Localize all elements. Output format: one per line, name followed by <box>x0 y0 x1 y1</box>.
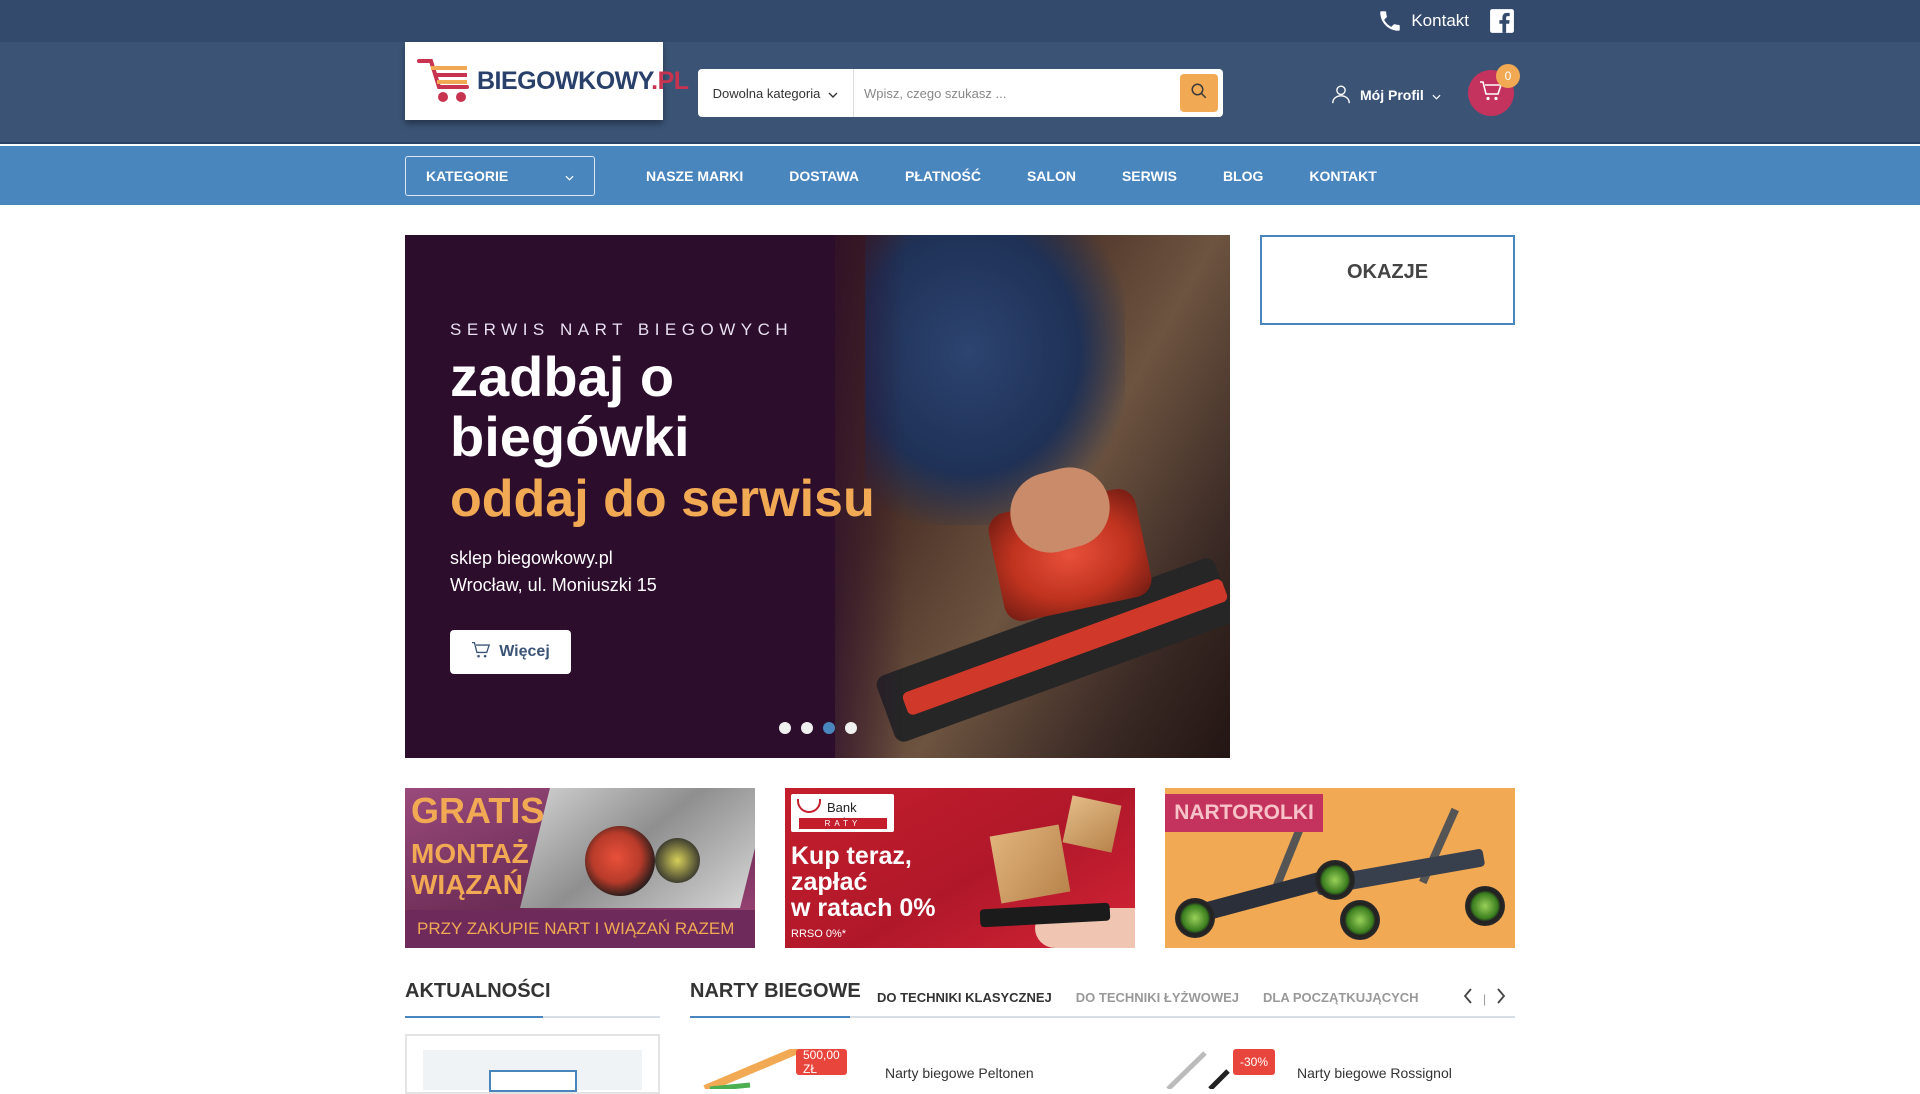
phone-icon <box>1377 8 1403 34</box>
slider-dot-active[interactable] <box>823 722 835 734</box>
cart-icon <box>471 641 491 664</box>
banner-nartorolki[interactable]: NARTOROLKI <box>1165 788 1515 948</box>
hero-more-button[interactable]: Więcej <box>450 630 571 674</box>
banner-raty-line-1: Kup teraz, <box>791 842 912 870</box>
news-card-image <box>423 1050 642 1092</box>
my-profile-menu[interactable]: Mój Profil <box>1330 80 1441 110</box>
nav-item-nasze-marki[interactable]: NASZE MARKI <box>646 168 743 184</box>
banner-raty-note: RRSO 0%* <box>791 928 847 940</box>
search-button[interactable] <box>1180 74 1218 112</box>
product-thumbnail <box>1166 1051 1230 1089</box>
main-navigation: KATEGORIE NASZE MARKI DOSTAWA PŁATNOŚĆ S… <box>0 146 1920 205</box>
chevron-down-icon <box>828 86 838 101</box>
nav-item-blog[interactable]: BLOG <box>1223 168 1263 184</box>
slider-dot[interactable] <box>779 722 791 734</box>
nav-item-dostawa[interactable]: DOSTAWA <box>789 168 859 184</box>
bank-pekao-logo: Bank Pekao RATY <box>791 794 894 832</box>
hero-kicker: SERWIS NART BIEGOWYCH <box>450 320 794 339</box>
slider-dots <box>779 722 857 734</box>
carousel-arrows: | <box>1463 988 1506 1009</box>
logo-text: BIEGOWKOWY.PL <box>477 66 689 95</box>
hero-headline: zadbaj o biegówki <box>450 345 690 468</box>
news-card[interactable] <box>405 1034 660 1094</box>
arrows-divider: | <box>1483 991 1487 1006</box>
profile-label: Mój Profil <box>1360 87 1424 103</box>
hero-slider[interactable]: SERWIS NART BIEGOWYCH zadbaj o biegówki … <box>405 235 1230 758</box>
hero-subheadline: oddaj do serwisu <box>450 470 875 528</box>
search-bar: Dowolna kategoria <box>698 69 1223 117</box>
search-input[interactable] <box>854 73 1180 113</box>
user-icon <box>1330 83 1352 108</box>
contact-link[interactable]: Kontakt <box>1377 8 1469 34</box>
site-logo[interactable]: BIEGOWKOWY.PL <box>405 42 689 120</box>
hero-line-2: Wrocław, ul. Moniuszki 15 <box>450 575 657 595</box>
nav-item-salon[interactable]: SALON <box>1027 168 1076 184</box>
skis-section-title: NARTY BIEGOWE <box>690 980 861 1002</box>
okazje-title: OKAZJE <box>1346 261 1429 283</box>
skis-title-underline <box>690 1016 1515 1018</box>
banner-raty-line-3: w ratach 0% <box>791 894 936 922</box>
banner-gratis-montaz[interactable]: GRATIS MONTAŻ WIĄZAŃ PRZY ZAKUPIE NART I … <box>405 788 755 948</box>
product-name[interactable]: Narty biegowe Peltonen <box>885 1065 1034 1081</box>
slider-dot[interactable] <box>801 722 813 734</box>
categories-dropdown[interactable]: KATEGORIE <box>405 156 595 196</box>
hero-line-1: sklep biegowkowy.pl <box>450 548 613 568</box>
facebook-icon[interactable] <box>1489 8 1515 34</box>
search-icon <box>1190 82 1208 105</box>
tab-lyzwowa[interactable]: DO TECHNIKI ŁYŻWOWEJ <box>1076 990 1239 1005</box>
nav-item-platnosc[interactable]: PŁATNOŚĆ <box>905 168 981 184</box>
chevron-left-icon[interactable] <box>1463 988 1473 1009</box>
slider-dot[interactable] <box>845 722 857 734</box>
chevron-down-icon <box>565 168 574 184</box>
cart-button[interactable]: 0 <box>1468 64 1520 116</box>
price-tag: 500,00 ZŁ <box>796 1048 847 1076</box>
contact-label: Kontakt <box>1411 11 1469 30</box>
banner-gratis-strip: PRZY ZAKUPIE NART I WIĄZAŃ RAZEM <box>405 910 755 948</box>
skis-tabs: DO TECHNIKI KLASYCZNEJ DO TECHNIKI ŁYŻWO… <box>877 990 1419 1005</box>
banner-gratis-subtitle: MONTAŻ WIĄZAŃ <box>411 838 529 900</box>
top-bar: Kontakt <box>0 0 1920 42</box>
search-category-select[interactable]: Dowolna kategoria <box>698 69 854 117</box>
categories-label: KATEGORIE <box>426 168 509 184</box>
site-header: BIEGOWKOWY.PL Dowolna kategoria Mój Prof… <box>0 42 1920 144</box>
okazje-box: OKAZJE <box>1260 235 1515 325</box>
news-section-title: AKTUALNOŚCI <box>405 980 551 1002</box>
banner-nartorolki-label: NARTOROLKI <box>1165 794 1323 832</box>
chevron-down-icon <box>1432 87 1441 103</box>
tab-poczatkujacy[interactable]: DLA POCZĄTKUJĄCYCH <box>1263 990 1419 1005</box>
cart-count-badge: 0 <box>1496 64 1520 88</box>
banner-gratis-title: GRATIS <box>411 790 545 831</box>
news-title-underline <box>405 1016 660 1018</box>
discount-badge: -30% <box>1233 1049 1276 1075</box>
cart-logo-icon <box>417 53 475 110</box>
nav-item-kontakt[interactable]: KONTAKT <box>1309 168 1376 184</box>
search-category-label: Dowolna kategoria <box>712 85 821 101</box>
product-name[interactable]: Narty biegowe Rossignol <box>1297 1065 1452 1081</box>
chevron-right-icon[interactable] <box>1496 988 1506 1009</box>
hero-more-label: Więcej <box>499 643 550 660</box>
nav-item-serwis[interactable]: SERWIS <box>1122 168 1177 184</box>
banner-raty[interactable]: Bank Pekao RATY Kup teraz, zapłać w rata… <box>785 788 1135 948</box>
banner-raty-line-2: zapłać <box>791 868 868 896</box>
tab-klasyczna[interactable]: DO TECHNIKI KLASYCZNEJ <box>877 990 1052 1005</box>
